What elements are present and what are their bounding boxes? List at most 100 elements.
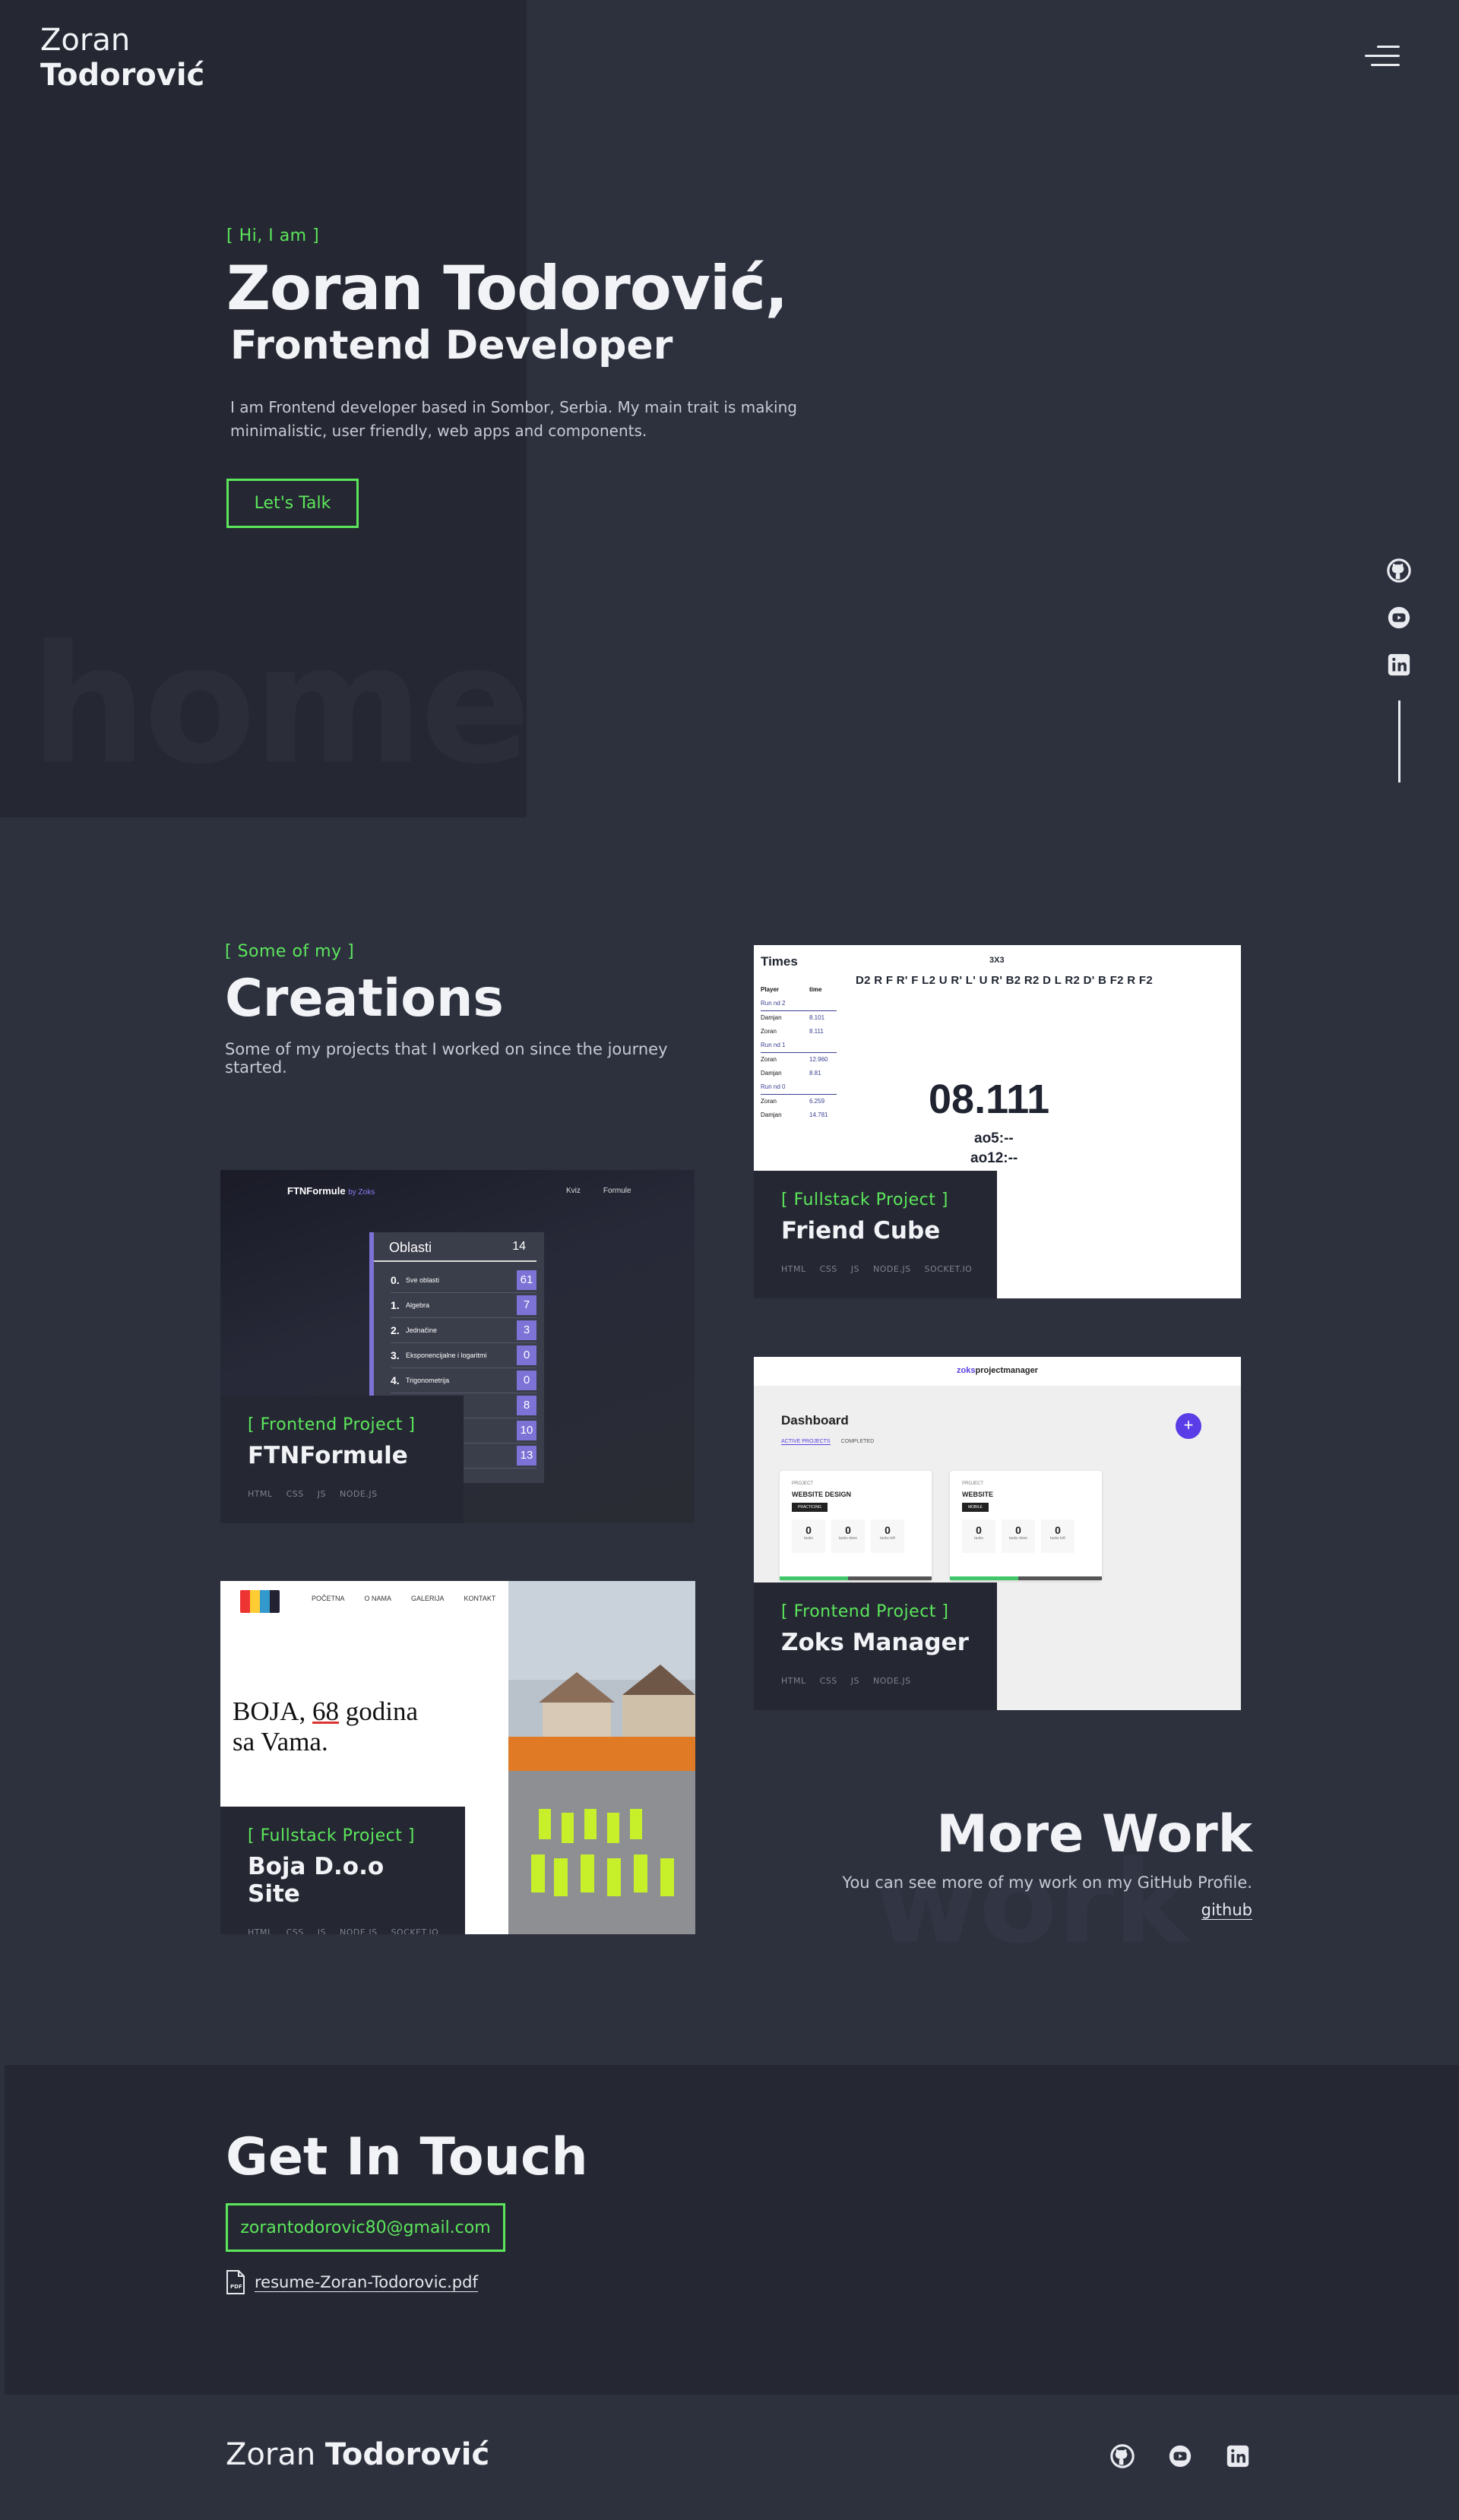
boja-photo [508,1581,695,1934]
project-card: [ Frontend Project ] FTNFormule HTML CSS J… [220,1396,464,1523]
ftn-area-row: 0. Sve oblasti 61 [391,1268,536,1293]
home-watermark: home [30,609,531,800]
boja-headline: BOJA, 68 godina sa Vama. [233,1696,419,1756]
footer-social-links [1109,2443,1251,2469]
side-social-links [1386,558,1412,699]
fc-timer: 08.111 [929,1077,1050,1122]
project-tags: HTML CSS JS NODE.JS SOCKET.IO [248,1927,441,1934]
github-link[interactable]: github [1201,1901,1252,1920]
fc-table-row: Damjan 8.81 [761,1070,821,1077]
project-type: [ Fullstack Project ] [248,1826,415,1845]
tag: CSS [819,1264,837,1274]
logo-first-name: Zoran [40,23,131,58]
fc-ao5: ao5:-- [974,1130,1014,1146]
ftn-brand: FTNFormule by Zoks [287,1185,375,1197]
fc-table-row: Damjan 8.101 [761,1014,825,1021]
pdf-file-icon: PDF [226,2270,245,2294]
hero-description: I am Frontend developer based in Sombor,… [230,398,797,440]
github-icon[interactable] [1109,2443,1135,2469]
zoks-add-button: + [1176,1413,1201,1439]
fc-table-row: Damjan 14.781 [761,1111,828,1118]
hamburger-menu-icon[interactable] [1365,46,1400,68]
resume-filename: resume-Zoran-Todorovic.pdf [255,2272,478,2292]
tag: NODE.JS [873,1264,911,1274]
svg-text:PDF: PDF [230,2284,242,2290]
project-card: [ Fullstack Project ] Boja D.o.o Site HT… [220,1807,465,1934]
logo-last-name: Todorović [40,58,205,93]
tag: CSS [286,1489,304,1499]
fc-table-row: Zoran 12.960 [761,1056,828,1063]
creations-eyebrow: [ Some of my ] [225,942,355,961]
project-zoks-manager[interactable]: zoksprojectmanager Dashboard ACTIVE PROJ… [754,1357,1241,1710]
hero-name: Zoran Todorović, [226,253,788,324]
fc-table-row: Player time [761,986,822,993]
project-type: [ Frontend Project ] [781,1602,949,1621]
project-name: FTNFormule [248,1442,408,1469]
fc-table-row: Run nd 0 [761,1080,837,1095]
side-divider-line [1398,700,1400,783]
linkedin-icon[interactable] [1386,652,1412,678]
tag: JS [317,1489,327,1499]
project-card: [ Fullstack Project ] Friend Cube HTML CS… [754,1171,997,1298]
contact-section: Get In Touch zorantodorovic80@gmail.com … [5,2065,1459,2395]
project-ftnformule[interactable]: FTNFormule by Zoks Kviz Formule Oblasti 14… [220,1170,695,1523]
contact-title: Get In Touch [226,2127,588,2187]
lets-talk-button[interactable]: Let's Talk [226,479,359,528]
project-name: Friend Cube [781,1217,941,1244]
boja-logo [240,1590,280,1613]
fc-puzzle-label: 3X3 [989,956,1005,965]
hero-intro: [ Hi, I am ] Zoran Todorović, Frontend D… [226,226,834,443]
boja-nav: POČETNA O NAMA GALERIJA KONTAKT [312,1595,496,1602]
linkedin-icon[interactable] [1225,2443,1251,2469]
ftn-panel-count: 14 [512,1240,526,1253]
project-tags: HTML CSS JS NODE.JS [248,1489,439,1499]
zoks-header: zoksprojectmanager [754,1357,1241,1386]
fc-times-table: Player time Run nd 2 Damjan 8.101 Zoran 8.111 R… [761,983,837,1122]
creations-subtitle: Some of my projects that I worked on sin… [225,1040,668,1077]
creations-title: Creations [225,969,504,1029]
youtube-icon[interactable] [1167,2443,1193,2469]
project-name: Boja D.o.o Site [248,1853,385,1908]
zoks-dashboard-title: Dashboard [781,1413,849,1428]
project-tags: HTML CSS JS NODE.JS SOCKET.IO [781,1264,973,1274]
tag: HTML [248,1927,273,1934]
ftn-area-row: 1. Algebra 7 [391,1293,536,1318]
ftn-area-row: 2. Jednačine 3 [391,1318,536,1343]
tag: SOCKET.IO [391,1927,439,1934]
more-work-text: You can see more of my work on my GitHub… [842,1873,1252,1892]
fc-times-title: Times [761,954,798,969]
project-boja-site[interactable]: POČETNAO NAMAGALERIJAKONTAKT SR BOJA, 68… [220,1581,695,1934]
tag: HTML [248,1489,273,1499]
site-logo[interactable]: Zoran Todorović [40,23,204,93]
ftn-panel-title: Oblasti [389,1240,432,1255]
tag: JS [850,1264,860,1274]
tag: JS [850,1676,860,1686]
zoks-tabs: ACTIVE PROJECTS COMPLETED [781,1439,875,1445]
ftn-nav: Kviz Formule [566,1187,631,1195]
fc-table-row: Run nd 2 [761,997,837,1011]
tag: NODE.JS [340,1927,378,1934]
ftn-area-row: 3. Eksponencijalne i logaritmi 0 [391,1343,536,1368]
youtube-icon[interactable] [1386,605,1412,631]
ftn-area-row: 4. Trigonometrija 0 [391,1368,536,1393]
project-friend-cube[interactable]: Times 3X3 D2 R F R' F L2 U R' L' U R' B2… [754,945,1241,1298]
project-card: [ Frontend Project ] Zoks Manager HTML CS… [754,1583,997,1710]
footer-logo-first: Zoran [226,2437,316,2472]
tag: NODE.JS [340,1489,378,1499]
footer-logo[interactable]: Zoran Todorović [226,2437,489,2472]
fc-scramble: D2 R F R' F L2 U R' L' U R' B2 R2 D L R2… [856,974,1154,987]
tag: CSS [819,1676,837,1686]
hero-role: Frontend Developer [230,323,673,368]
zoks-card: PROJECT WEBSITE MOBILE 0 tasks 0 tasks don… [950,1471,1102,1580]
resume-link[interactable]: PDF resume-Zoran-Todorovic.pdf [226,2270,478,2294]
creations-header: [ Some of my ] Creations Some of my proj… [225,942,726,1077]
project-type: [ Frontend Project ] [248,1415,416,1434]
project-tags: HTML CSS JS NODE.JS [781,1676,973,1686]
email-button[interactable]: zorantodorovic80@gmail.com [226,2203,505,2252]
tag: HTML [781,1264,806,1274]
hero-greeting: [ Hi, I am ] [226,226,320,245]
tag: NODE.JS [873,1676,911,1686]
project-name: Zoks Manager [781,1629,969,1656]
tag: JS [317,1927,327,1934]
github-icon[interactable] [1386,558,1412,583]
